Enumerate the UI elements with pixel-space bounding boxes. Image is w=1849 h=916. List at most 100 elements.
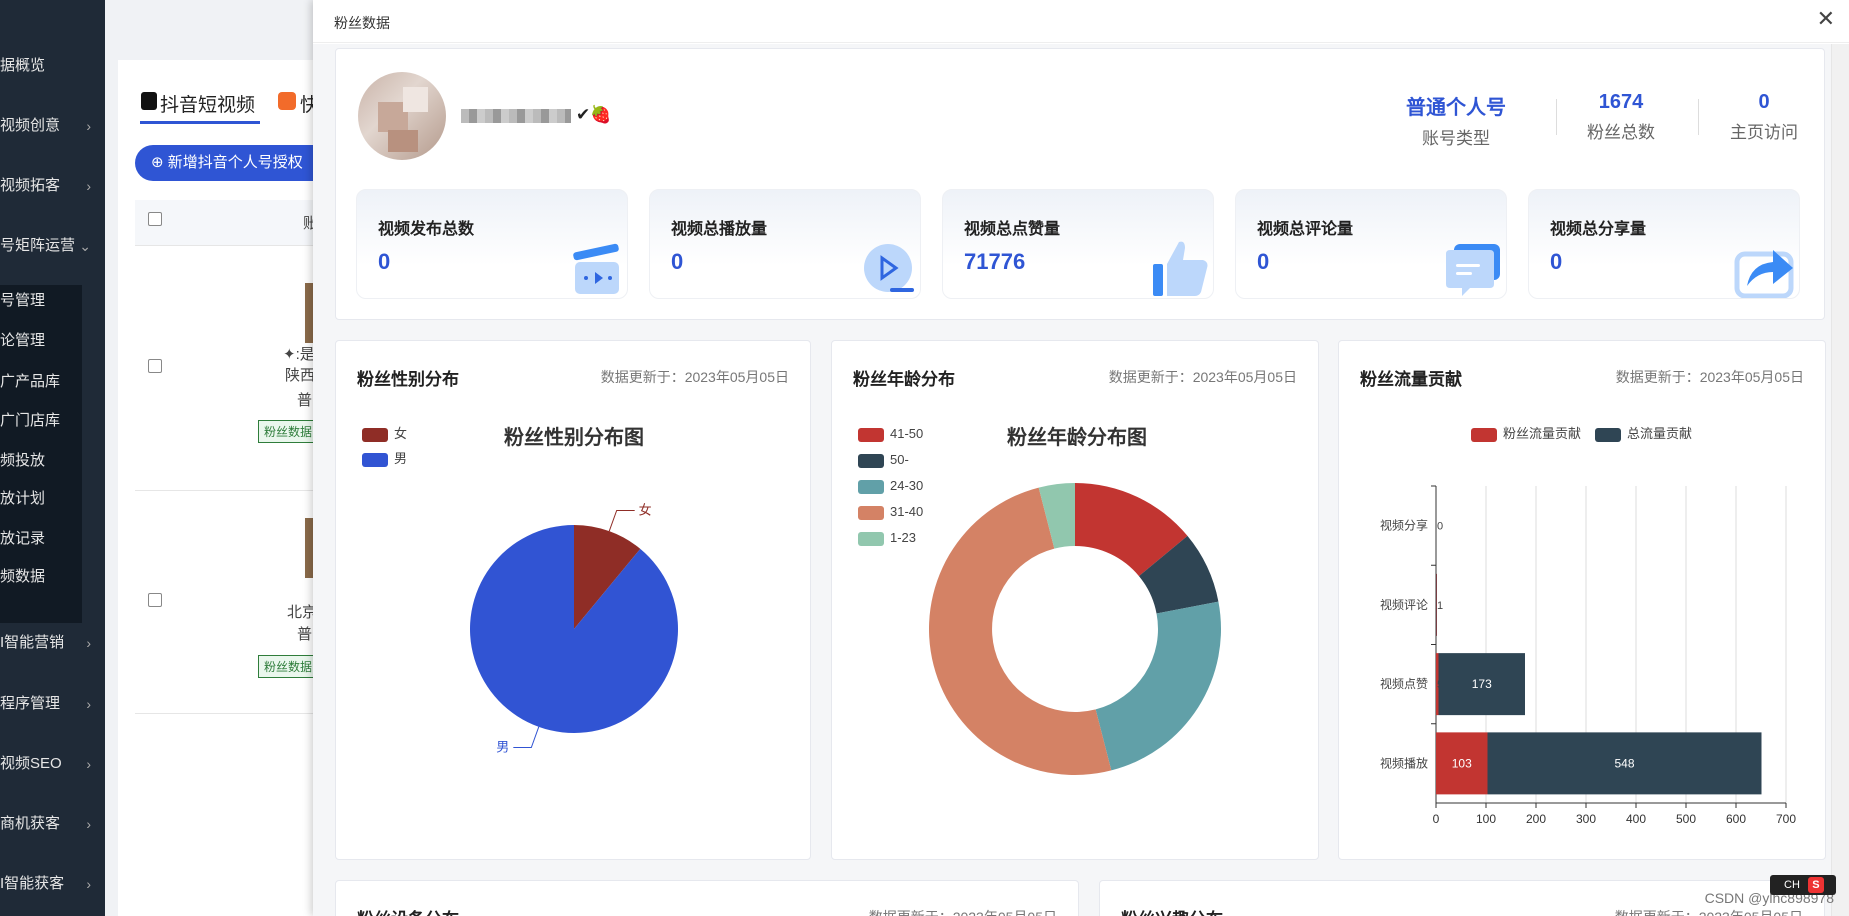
metric-label: 视频总播放量 xyxy=(671,221,768,238)
sidebar-item[interactable]: 号管理 xyxy=(0,287,82,315)
metric-label: 视频发布总数 xyxy=(378,221,475,238)
gender-pie-chart: 女男 xyxy=(470,502,678,755)
bar-segment[interactable] xyxy=(1436,573,1438,636)
y-tick-label: 视频播放 xyxy=(1380,755,1428,770)
share-icon xyxy=(1734,250,1794,298)
sidebar-item[interactable]: 广产品库 xyxy=(0,368,82,396)
metric-value: 0 xyxy=(1550,249,1563,274)
age-donut-chart xyxy=(929,483,1221,775)
fans-data-drawer: 粉丝数据 ✕ ✔🍓 普通个人号 账号类型 1674 粉丝总数 0 主页访问 视频… xyxy=(313,0,1849,916)
stat-divider xyxy=(1556,99,1557,135)
chevron-icon: › xyxy=(86,816,91,832)
fans-data-tag[interactable]: 粉丝数据 xyxy=(258,655,319,678)
fans-data-tag[interactable]: 粉丝数据 xyxy=(258,420,319,443)
sidebar-item[interactable]: I智能获客 › xyxy=(0,869,105,899)
drawer-title: 粉丝数据 xyxy=(334,15,390,31)
ime-toolbar[interactable]: CH S xyxy=(1770,875,1836,895)
x-tick-label: 600 xyxy=(1726,812,1746,826)
ime-icon: S xyxy=(1807,877,1824,893)
metric-label: 视频总点赞量 xyxy=(964,221,1061,238)
drawer-body: ✔🍓 普通个人号 账号类型 1674 粉丝总数 0 主页访问 视频发布总数 0 xyxy=(313,44,1831,916)
metric-value: 0 xyxy=(671,249,684,274)
row-checkbox[interactable] xyxy=(148,593,162,607)
panel-title: 粉丝设备分布 xyxy=(357,905,459,916)
tab-douyin[interactable]: 抖音短视频 xyxy=(160,90,255,117)
sidebar-item[interactable]: I智能营销 › xyxy=(0,628,105,658)
sidebar-item[interactable]: 号矩阵运营 ⌄ xyxy=(0,231,105,261)
row-text: 普 xyxy=(297,626,313,643)
avatar xyxy=(358,72,446,160)
panel-update-time: 数据更新于：2023年05月05日 xyxy=(869,907,1057,916)
chevron-icon: › xyxy=(86,178,91,194)
panel-title: 粉丝兴趣分布 xyxy=(1121,905,1223,916)
username-suffix: ✔🍓 xyxy=(576,105,612,124)
metric-card-shares: 视频总分享量 0 xyxy=(1528,189,1800,299)
sidebar-item[interactable]: 放记录 xyxy=(0,525,82,553)
fans-total-label: 粉丝总数 xyxy=(1587,123,1655,142)
select-all-checkbox[interactable] xyxy=(148,212,162,226)
drawer-header: 粉丝数据 ✕ xyxy=(313,0,1849,43)
row-text: 陕西 xyxy=(285,367,316,384)
metric-value: 71776 xyxy=(964,249,1026,274)
sidebar-item[interactable]: 商机获客 › xyxy=(0,809,105,839)
username-blurred xyxy=(461,109,571,123)
sidebar-item[interactable]: 视频SEO › xyxy=(0,749,105,779)
add-account-button[interactable]: ⊕ 新增抖音个人号授权 xyxy=(135,145,335,181)
sidebar-item[interactable]: 程序管理 › xyxy=(0,689,105,719)
home-visit-label: 主页访问 xyxy=(1730,123,1798,142)
sidebar-item[interactable]: 放计划 xyxy=(0,485,82,513)
bar-label: 173 xyxy=(1472,677,1492,691)
close-icon[interactable]: ✕ xyxy=(1817,6,1835,32)
metric-card-likes: 视频总点赞量 71776 xyxy=(942,189,1214,299)
account-type-stat: 普通个人号 账号类型 xyxy=(1381,91,1531,149)
bar-label: 1 xyxy=(1437,600,1443,612)
metric-card-videos: 视频发布总数 0 xyxy=(356,189,628,299)
x-tick-label: 700 xyxy=(1776,812,1796,826)
x-tick-label: 0 xyxy=(1433,812,1440,826)
home-visit-value: 0 xyxy=(1758,91,1770,113)
fans-total-value: 1674 xyxy=(1598,91,1644,113)
donut-slice-2[interactable] xyxy=(1095,601,1221,771)
chevron-icon: › xyxy=(86,118,91,134)
sidebar-item[interactable]: 视频拓客 › xyxy=(0,171,105,201)
metric-card-plays: 视频总播放量 0 xyxy=(649,189,921,299)
thumbs-up-icon xyxy=(1153,241,1208,296)
kuaishou-icon xyxy=(278,92,296,110)
drawer-scrollbar[interactable] xyxy=(1831,44,1849,916)
sidebar-item[interactable]: 论管理 xyxy=(0,327,82,355)
row-checkbox[interactable] xyxy=(148,359,162,373)
chevron-icon: ⌄ xyxy=(79,238,91,254)
x-tick-label: 400 xyxy=(1626,812,1646,826)
chevron-icon: › xyxy=(86,876,91,892)
sidebar-item[interactable]: 频数据 xyxy=(0,563,82,591)
clapper-icon xyxy=(573,243,619,294)
play-icon xyxy=(864,244,914,292)
y-tick-label: 视频点赞 xyxy=(1380,676,1428,691)
chevron-icon: › xyxy=(86,696,91,712)
table-header xyxy=(135,200,315,246)
row-divider xyxy=(135,713,315,714)
bar-label: 103 xyxy=(1452,756,1472,770)
metric-value: 0 xyxy=(378,249,391,274)
account-type-label: 账号类型 xyxy=(1422,129,1490,148)
sidebar-item[interactable]: 广门店库 xyxy=(0,407,82,435)
stat-divider xyxy=(1698,99,1699,135)
panel-update-time: 数据更新于：2023年05月05日 xyxy=(1615,907,1803,916)
chevron-icon: › xyxy=(86,756,91,772)
traffic-bar-chart: 0100200300400500600700视频分享0视频评论1视频点赞5173… xyxy=(1380,485,1796,826)
sidebar-item[interactable]: 频投放 xyxy=(0,447,82,475)
douyin-icon xyxy=(141,92,157,110)
pie-slice-1[interactable] xyxy=(470,525,678,733)
x-tick-label: 300 xyxy=(1576,812,1596,826)
sidebar-item[interactable]: 视频创意 › xyxy=(0,111,105,141)
x-tick-label: 100 xyxy=(1476,812,1496,826)
fans-total-stat: 1674 粉丝总数 xyxy=(1571,91,1671,143)
traffic-panel: 粉丝流量贡献 数据更新于：2023年05月05日 粉丝流量贡献 总流量贡献 01… xyxy=(1338,340,1826,860)
metric-card-comments: 视频总评论量 0 xyxy=(1235,189,1507,299)
gender-panel: 粉丝性别分布 数据更新于：2023年05月05日 粉丝性别分布图 女 男 女男 xyxy=(335,340,811,860)
home-visit-stat: 0 主页访问 xyxy=(1714,91,1814,143)
sidebar: 据概览视频创意 › 视频拓客 › 号矩阵运营 ⌄ 号管理论管理广产品库广门店库频投放放计划放… xyxy=(0,0,105,916)
profile-panel: ✔🍓 普通个人号 账号类型 1674 粉丝总数 0 主页访问 视频发布总数 0 xyxy=(335,48,1825,320)
sidebar-item[interactable]: 据概览 xyxy=(0,51,105,81)
pie-label: 女 xyxy=(639,502,652,517)
